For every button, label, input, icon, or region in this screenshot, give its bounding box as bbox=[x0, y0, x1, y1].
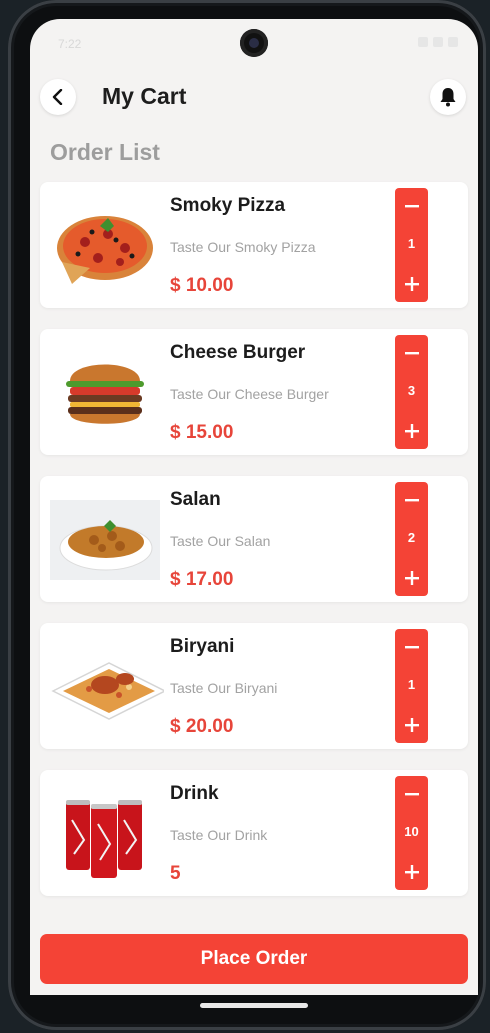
plus-icon bbox=[404, 865, 419, 879]
cart-item: Smoky Pizza Taste Our Smoky Pizza $ 10.0… bbox=[40, 182, 468, 308]
app-screen: 7:22 My Cart Order List Smoky Pizza Tast… bbox=[30, 19, 478, 995]
minus-icon bbox=[404, 793, 419, 796]
place-order-button[interactable]: Place Order bbox=[40, 934, 468, 984]
item-price: $ 17.00 bbox=[170, 569, 234, 590]
page-title: My Cart bbox=[102, 83, 187, 109]
increase-quantity-button[interactable] bbox=[395, 563, 428, 593]
item-description: Taste Our Smoky Pizza bbox=[170, 239, 316, 255]
status-icons bbox=[418, 37, 458, 47]
wifi-icon bbox=[418, 37, 428, 47]
item-price: $ 10.00 bbox=[170, 275, 234, 296]
item-name: Salan bbox=[170, 489, 221, 510]
decrease-quantity-button[interactable] bbox=[395, 485, 428, 515]
cans-image bbox=[66, 800, 142, 878]
battery-icon bbox=[448, 37, 458, 47]
curry-bowl-image bbox=[50, 500, 160, 580]
cart-item: Drink Taste Our Drink 5 10 bbox=[40, 770, 468, 896]
increase-quantity-button[interactable] bbox=[395, 710, 428, 740]
quantity-value: 1 bbox=[407, 677, 416, 692]
plus-icon bbox=[404, 277, 419, 291]
item-price: 5 bbox=[170, 863, 181, 884]
item-price: $ 15.00 bbox=[170, 422, 234, 443]
minus-icon bbox=[404, 352, 419, 355]
item-description: Taste Our Biryani bbox=[170, 680, 278, 696]
decrease-quantity-button[interactable] bbox=[395, 779, 428, 809]
notifications-button[interactable] bbox=[430, 79, 466, 115]
chevron-left-icon bbox=[52, 89, 63, 105]
item-price: $ 20.00 bbox=[170, 716, 234, 737]
item-description: Taste Our Salan bbox=[170, 533, 271, 549]
minus-icon bbox=[404, 646, 419, 649]
minus-icon bbox=[404, 205, 419, 208]
increase-quantity-button[interactable] bbox=[395, 269, 428, 299]
quantity-value: 10 bbox=[404, 824, 419, 839]
cart-item: Salan Taste Our Salan $ 17.00 2 bbox=[40, 476, 468, 602]
item-description: Taste Our Cheese Burger bbox=[170, 386, 329, 402]
bell-icon bbox=[440, 88, 456, 107]
item-name: Smoky Pizza bbox=[170, 195, 286, 216]
quantity-value: 2 bbox=[407, 530, 416, 545]
minus-icon bbox=[404, 499, 419, 502]
plus-icon bbox=[404, 718, 419, 732]
plus-icon bbox=[404, 571, 419, 585]
home-indicator bbox=[200, 1003, 308, 1008]
cart-item: Cheese Burger Taste Our Cheese Burger $ … bbox=[40, 329, 468, 455]
back-button[interactable] bbox=[40, 79, 76, 115]
biryani-plate-image bbox=[51, 662, 164, 720]
front-camera bbox=[240, 29, 268, 57]
decrease-quantity-button[interactable] bbox=[395, 338, 428, 368]
item-description: Taste Our Drink bbox=[170, 827, 268, 843]
plus-icon bbox=[404, 424, 419, 438]
item-name: Biryani bbox=[170, 636, 235, 657]
burger-image bbox=[66, 364, 144, 424]
decrease-quantity-button[interactable] bbox=[395, 191, 428, 221]
section-title: Order List bbox=[50, 139, 160, 165]
quantity-stepper: 2 bbox=[395, 482, 428, 596]
signal-icon bbox=[433, 37, 443, 47]
increase-quantity-button[interactable] bbox=[395, 857, 428, 887]
quantity-value: 1 bbox=[407, 236, 416, 251]
status-time: 7:22 bbox=[58, 37, 82, 51]
item-name: Cheese Burger bbox=[170, 342, 306, 363]
cart-item: Biryani Taste Our Biryani $ 20.00 1 bbox=[40, 623, 468, 749]
quantity-stepper: 1 bbox=[395, 188, 428, 302]
item-name: Drink bbox=[170, 783, 219, 804]
quantity-stepper: 1 bbox=[395, 629, 428, 743]
decrease-quantity-button[interactable] bbox=[395, 632, 428, 662]
header: My Cart bbox=[30, 77, 478, 121]
quantity-stepper: 10 bbox=[395, 776, 428, 890]
quantity-value: 3 bbox=[407, 383, 416, 398]
increase-quantity-button[interactable] bbox=[395, 416, 428, 446]
pizza-image bbox=[57, 216, 153, 284]
quantity-stepper: 3 bbox=[395, 335, 428, 449]
